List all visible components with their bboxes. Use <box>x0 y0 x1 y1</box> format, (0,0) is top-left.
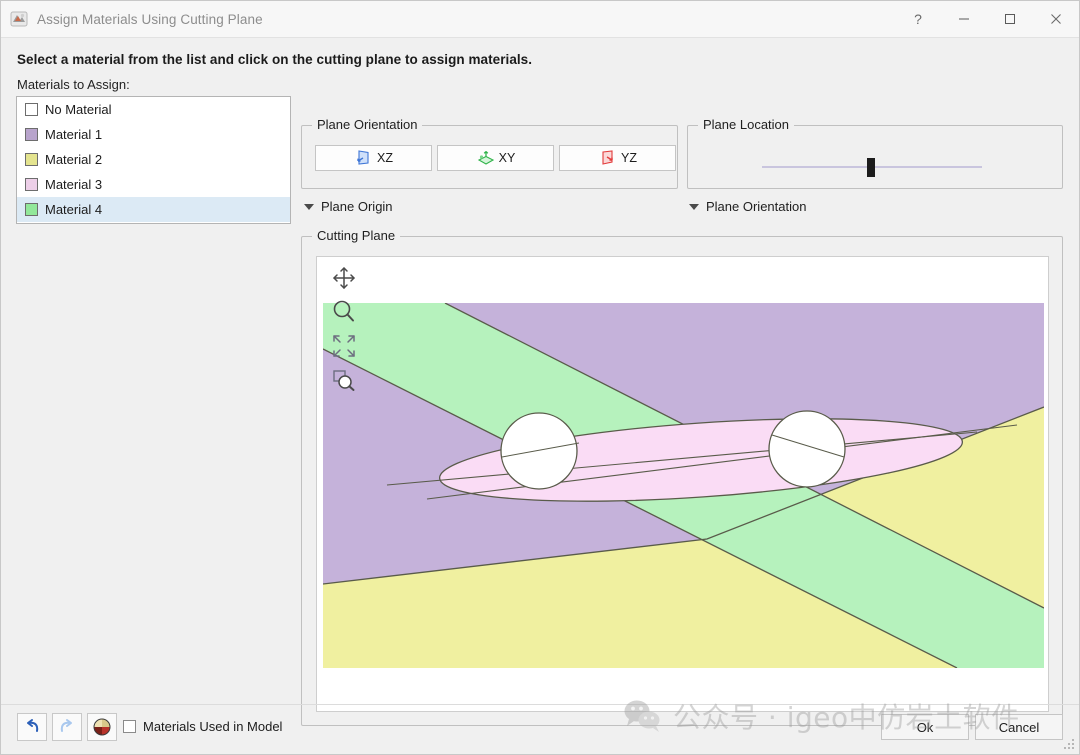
zoom-extents-icon <box>333 335 355 357</box>
redo-icon <box>60 719 72 732</box>
help-button[interactable]: ? <box>895 1 941 37</box>
resize-grip[interactable] <box>1062 737 1076 751</box>
collapsible-label: Plane Orientation <box>706 199 807 214</box>
orientation-buttons: XZ XY YZ <box>315 145 676 171</box>
pan-tool-button[interactable] <box>327 261 361 295</box>
collapsible-plane-orientation[interactable]: Plane Orientation <box>689 199 806 214</box>
collapsible-plane-origin[interactable]: Plane Origin <box>304 199 393 214</box>
ok-button[interactable]: Ok <box>881 714 969 740</box>
window-controls: ? <box>895 1 1079 37</box>
list-item[interactable]: Material 3 <box>17 172 290 197</box>
close-icon <box>1051 14 1061 24</box>
close-button[interactable] <box>1033 1 1079 37</box>
orientation-button-xy[interactable]: XY <box>437 145 554 171</box>
dialog-window: Assign Materials Using Cutting Plane ? S… <box>0 0 1080 755</box>
undo-icon <box>27 719 39 732</box>
material-name: No Material <box>45 102 112 117</box>
cutting-plane-drawing <box>323 303 1044 668</box>
material-sphere-button[interactable] <box>87 713 117 741</box>
pan-icon <box>333 267 355 289</box>
list-item[interactable]: Material 2 <box>17 147 290 172</box>
materials-used-checkbox-row[interactable]: Materials Used in Model <box>123 719 282 734</box>
plane-yz-icon <box>602 150 613 165</box>
material-name: Material 4 <box>45 202 103 217</box>
material-swatch <box>25 178 38 191</box>
zoom-window-icon <box>333 370 355 391</box>
material-name: Material 2 <box>45 152 103 167</box>
app-icon <box>10 10 28 28</box>
instruction-text: Select a material from the list and clic… <box>17 52 533 67</box>
material-swatch <box>25 203 38 216</box>
plane-location-slider[interactable] <box>762 158 982 177</box>
minimize-icon <box>959 18 969 20</box>
minimize-button[interactable] <box>941 1 987 37</box>
redo-button[interactable] <box>52 713 82 741</box>
orientation-label: XY <box>498 151 516 165</box>
materials-used-label: Materials Used in Model <box>143 719 283 734</box>
collapsible-label: Plane Origin <box>321 199 393 214</box>
material-name: Material 3 <box>45 177 103 192</box>
materials-label: Materials to Assign: <box>17 77 130 92</box>
footer-bar: Materials Used in Model Ok Cancel <box>1 704 1079 754</box>
zoom-window-tool-button[interactable] <box>327 363 361 397</box>
chevron-down-icon <box>304 203 314 210</box>
material-sphere-icon <box>93 718 111 736</box>
group-label: Cutting Plane <box>312 228 401 243</box>
group-label: Plane Location <box>698 117 795 132</box>
zoom-icon <box>333 300 354 322</box>
orientation-button-xz[interactable]: XZ <box>315 145 432 171</box>
orientation-label: YZ <box>621 151 637 165</box>
group-label: Plane Orientation <box>312 117 423 132</box>
materials-used-checkbox[interactable] <box>123 720 136 733</box>
material-name: Material 1 <box>45 127 103 142</box>
orientation-button-yz[interactable]: YZ <box>559 145 676 171</box>
material-swatch <box>25 153 38 166</box>
zoom-tool-button[interactable] <box>327 295 361 329</box>
plane-orientation-group: Plane Orientation XZ XY YZ <box>301 117 678 189</box>
material-swatch <box>25 128 38 141</box>
chevron-down-icon <box>689 203 699 210</box>
title-bar: Assign Materials Using Cutting Plane ? <box>1 1 1079 38</box>
cutting-plane-group: Cutting Plane <box>301 228 1063 726</box>
plane-xz-icon <box>357 150 369 165</box>
viewport-toolbar <box>324 261 364 397</box>
plane-location-group: Plane Location <box>687 117 1063 189</box>
slider-thumb[interactable] <box>867 158 875 177</box>
material-swatch <box>25 103 38 116</box>
maximize-icon <box>1005 14 1015 24</box>
dialog-body: Select a material from the list and clic… <box>1 38 1079 754</box>
maximize-button[interactable] <box>987 1 1033 37</box>
undo-button[interactable] <box>17 713 47 741</box>
cutting-plane-viewport[interactable] <box>316 256 1049 712</box>
list-item[interactable]: Material 4 <box>17 197 290 222</box>
materials-list[interactable]: No Material Material 1 Material 2 Materi… <box>16 96 291 224</box>
plane-xy-icon <box>477 151 494 165</box>
window-title: Assign Materials Using Cutting Plane <box>37 11 263 27</box>
cancel-button[interactable]: Cancel <box>975 714 1063 740</box>
list-item[interactable]: Material 1 <box>17 122 290 147</box>
orientation-label: XZ <box>377 151 393 165</box>
zoom-extents-tool-button[interactable] <box>327 329 361 363</box>
list-item[interactable]: No Material <box>17 97 290 122</box>
help-icon: ? <box>914 11 922 27</box>
